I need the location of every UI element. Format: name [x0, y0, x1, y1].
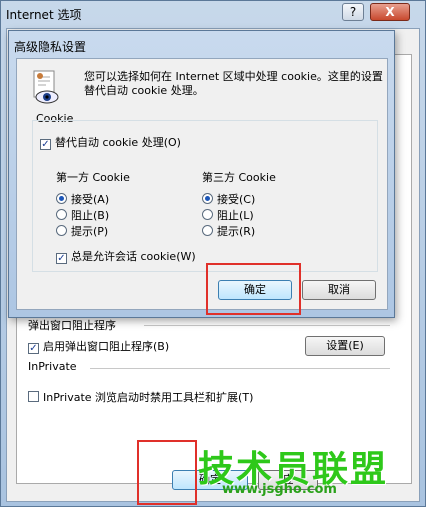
always-allow-session-cookies-checkbox[interactable]: ✓ 总是允许会话 cookie(W) — [56, 248, 196, 264]
popup-blocker-checkbox[interactable]: ✓ 启用弹出窗口阻止程序(B) — [28, 338, 169, 354]
radio-unselected-icon — [56, 225, 67, 236]
checkbox-checked-icon: ✓ — [56, 253, 67, 264]
first-party-accept-radio[interactable]: 接受(A) — [56, 191, 109, 207]
dialog-cancel-button[interactable]: 取消 — [302, 280, 376, 300]
outer-window-title: Internet 选项 — [6, 8, 82, 22]
inprivate-section-title: InPrivate — [28, 360, 77, 373]
first-party-header: 第一方 Cookie — [56, 171, 130, 184]
dialog-ok-highlight-box — [206, 263, 301, 315]
third-party-block-radio[interactable]: 阻止(L) — [202, 207, 254, 223]
third-party-accept-radio[interactable]: 接受(C) — [202, 191, 255, 207]
help-button[interactable]: ? — [342, 3, 364, 21]
first-party-block-radio[interactable]: 阻止(B) — [56, 207, 109, 223]
third-party-prompt-radio[interactable]: 提示(R) — [202, 223, 255, 239]
watermark-url: www.jsgho.com — [222, 482, 337, 497]
privacy-document-eye-icon — [30, 70, 60, 106]
override-automatic-cookie-checkbox[interactable]: ✓ 替代自动 cookie 处理(O) — [40, 134, 181, 150]
popup-section-divider — [144, 325, 390, 326]
radio-unselected-icon — [202, 209, 213, 220]
radio-unselected-icon — [202, 225, 213, 236]
close-button[interactable]: X — [370, 3, 410, 21]
checkbox-unchecked-icon — [28, 391, 39, 402]
first-party-prompt-radio[interactable]: 提示(P) — [56, 223, 108, 239]
checkbox-checked-icon: ✓ — [40, 139, 51, 150]
outer-ok-highlight-box — [137, 440, 197, 505]
radio-selected-icon — [202, 193, 213, 204]
dialog-title: 高级隐私设置 — [14, 40, 87, 54]
third-party-header: 第三方 Cookie — [202, 171, 276, 184]
popup-settings-button[interactable]: 设置(E) — [305, 336, 385, 356]
radio-selected-icon — [56, 193, 67, 204]
checkbox-checked-icon: ✓ — [28, 343, 39, 354]
popup-blocker-section-title: 弹出窗口阻止程序 — [28, 319, 116, 332]
inprivate-disable-toolbars-checkbox[interactable]: InPrivate 浏览启动时禁用工具栏和扩展(T) — [28, 389, 253, 405]
radio-unselected-icon — [56, 209, 67, 220]
dialog-description: 您可以选择如何在 Internet 区域中处理 cookie。这里的设置替代自动… — [84, 70, 383, 97]
inprivate-section-divider — [90, 368, 390, 369]
